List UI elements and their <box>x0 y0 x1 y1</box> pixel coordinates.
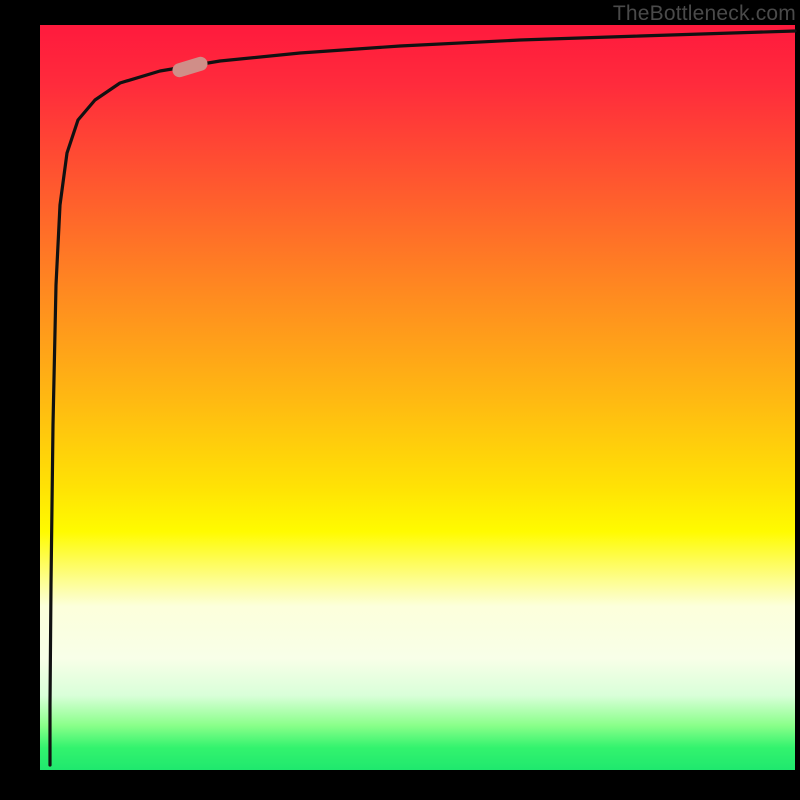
curve-path <box>50 31 795 765</box>
chart-frame: TheBottleneck.com <box>0 0 800 800</box>
bottleneck-curve <box>40 25 795 770</box>
watermark-text: TheBottleneck.com <box>613 2 796 26</box>
plot-area <box>40 25 795 770</box>
